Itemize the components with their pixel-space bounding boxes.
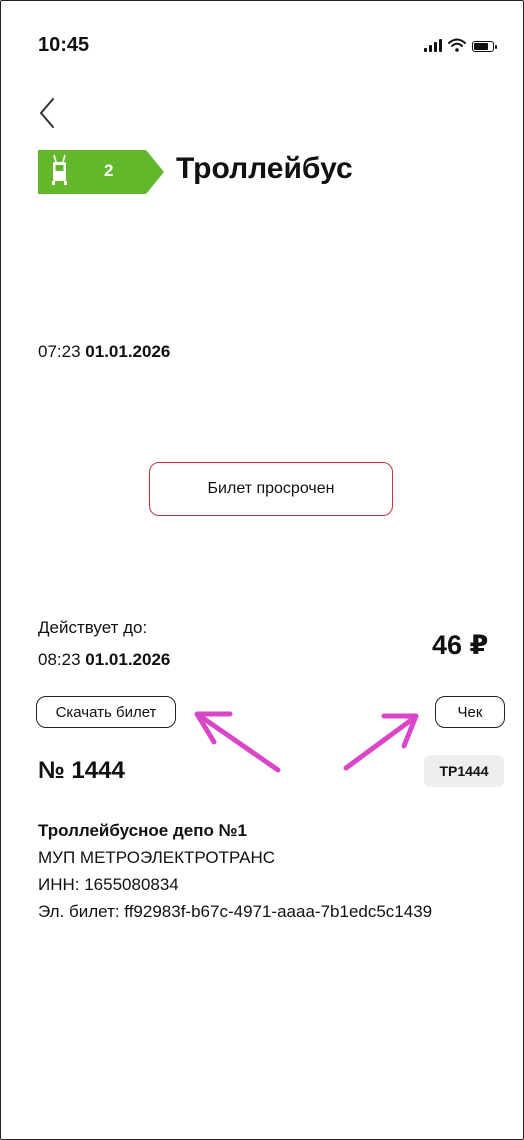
status-time: 10:45 [38, 34, 90, 56]
battery-icon [472, 41, 497, 52]
electronic-ticket-id: Эл. билет: ff92983f-b67c-4971-aaaa-7b1ed… [38, 902, 433, 921]
route-badge [38, 150, 164, 194]
ticket-price: 46 ₽ [432, 630, 489, 660]
valid-until-label: Действует до: [38, 618, 148, 637]
ticket-expired-status: Билет просрочен [149, 462, 393, 516]
purchase-time: 07:23 [38, 342, 81, 361]
wifi-icon [448, 38, 466, 52]
carrier-inn: ИНН: 1655080834 [38, 875, 179, 894]
carrier-company: МУП МЕТРОЭЛЕКТРОТРАНС [38, 848, 276, 867]
valid-until-time: 08:23 [38, 650, 81, 669]
ticket-number: № 1444 [38, 757, 125, 784]
valid-until-date: 01.01.2026 [85, 650, 171, 669]
ticket-code-chip: ТР1444 [424, 755, 504, 787]
status-icons [424, 38, 497, 52]
purchase-date: 01.01.2026 [85, 342, 171, 361]
back-chevron-icon[interactable] [36, 96, 58, 130]
receipt-button[interactable]: Чек [435, 696, 505, 728]
valid-until-datetime: 08:23 01.01.2026 [38, 650, 170, 670]
carrier-depot: Троллейбусное депо №1 [38, 821, 247, 840]
download-ticket-button[interactable]: Скачать билет [36, 696, 176, 728]
purchase-datetime: 07:23 01.01.2026 [38, 342, 170, 362]
page-title: Троллейбус [176, 152, 353, 185]
route-number: 2 [104, 161, 114, 180]
cellular-signal-icon [424, 39, 442, 52]
